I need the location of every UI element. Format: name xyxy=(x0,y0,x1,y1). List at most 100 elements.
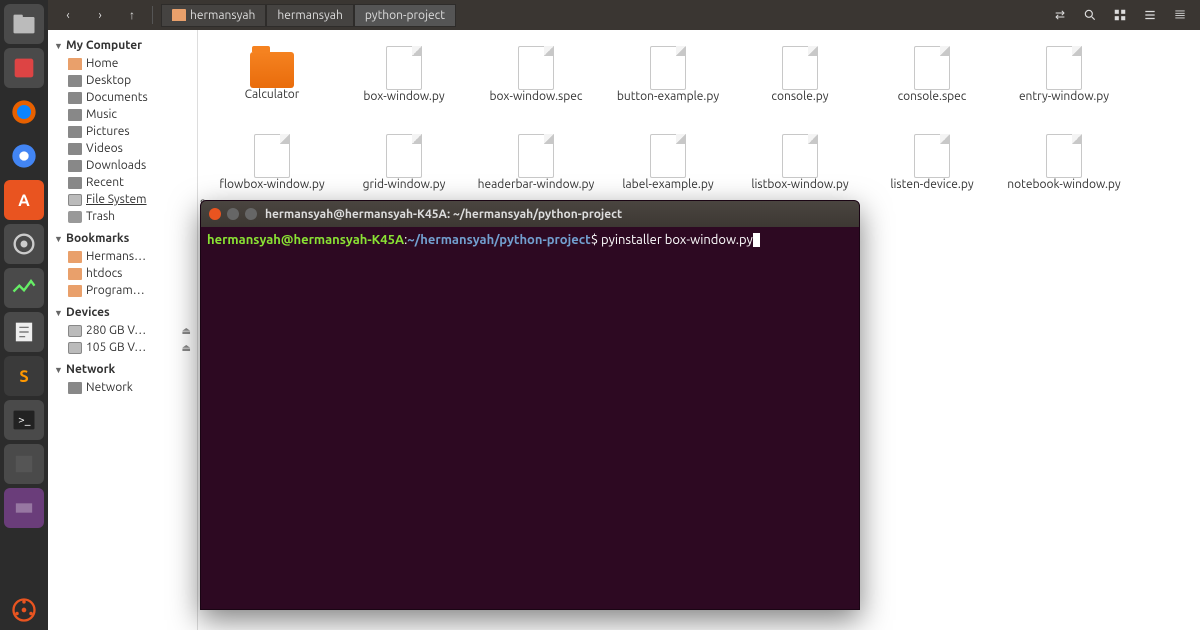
chevron-down-icon: ▼ xyxy=(54,365,64,375)
folder-item[interactable]: Calculator xyxy=(206,42,338,130)
sidebar-item[interactable]: Pictures xyxy=(52,123,193,140)
drive-icon xyxy=(68,342,82,354)
file-item[interactable]: console.py xyxy=(734,42,866,130)
file-label: headerbar-window.py xyxy=(478,178,595,192)
file-label: listen-device.py xyxy=(890,178,973,192)
sidebar-item[interactable]: Videos xyxy=(52,140,193,157)
sidebar: ▼My Computer Home Desktop Documents Music Pic… xyxy=(48,30,198,630)
eject-icon[interactable]: ⏏ xyxy=(182,325,191,337)
sidebar-item-label: 280 GB V… xyxy=(86,324,146,337)
orange-icon xyxy=(68,268,82,280)
nav-back-button[interactable]: ‹ xyxy=(56,3,80,27)
terminal-titlebar[interactable]: hermansyah@hermansyah-K45A: ~/hermansyah… xyxy=(201,201,859,227)
sidebar-item-label: Recent xyxy=(86,176,124,189)
terminal-body[interactable]: hermansyah@hermansyah-K45A:~/hermansyah/… xyxy=(201,227,859,253)
toggle-location-icon[interactable]: ⇄ xyxy=(1048,3,1072,27)
file-label: flowbox-window.py xyxy=(219,178,324,192)
sidebar-item[interactable]: Recent xyxy=(52,174,193,191)
document-icon xyxy=(914,46,950,90)
sidebar-item[interactable]: File System xyxy=(52,191,193,208)
sidebar-section-header[interactable]: ▼My Computer xyxy=(52,36,193,55)
sidebar-item[interactable]: 105 GB V… ⏏ xyxy=(52,339,193,356)
sidebar-item[interactable]: Trash xyxy=(52,208,193,225)
file-item[interactable]: entry-window.py xyxy=(998,42,1130,130)
sidebar-item-label: Network xyxy=(86,381,133,394)
launcher-dash-icon[interactable] xyxy=(4,590,44,630)
prompt-user: hermansyah@hermansyah-K45A xyxy=(207,233,404,247)
launcher-terminal-icon[interactable]: >_ xyxy=(4,400,44,440)
terminal-command: pyinstaller box-window.py xyxy=(601,233,753,247)
toolbar-right: ⇄ xyxy=(1048,3,1192,27)
file-item[interactable]: button-example.py xyxy=(602,42,734,130)
file-label: box-window.spec xyxy=(490,90,583,104)
view-compact-icon[interactable] xyxy=(1168,3,1192,27)
sidebar-item[interactable]: Hermans… xyxy=(52,248,193,265)
nav-up-button[interactable]: ↑ xyxy=(120,3,144,27)
sidebar-item[interactable]: htdocs xyxy=(52,265,193,282)
eject-icon[interactable]: ⏏ xyxy=(182,342,191,354)
sidebar-item[interactable]: Desktop xyxy=(52,72,193,89)
sidebar-item-label: 105 GB V… xyxy=(86,341,146,354)
sidebar-section-header[interactable]: ▼Bookmarks xyxy=(52,229,193,248)
sidebar-item[interactable]: Program… xyxy=(52,282,193,299)
view-icons-icon[interactable] xyxy=(1108,3,1132,27)
sidebar-item[interactable]: Downloads xyxy=(52,157,193,174)
breadcrumb-item[interactable]: hermansyah xyxy=(161,4,266,27)
file-label: label-example.py xyxy=(622,178,713,192)
nav-forward-button[interactable]: › xyxy=(88,3,112,27)
sidebar-item-label: Hermans… xyxy=(86,250,146,263)
sidebar-item[interactable]: Documents xyxy=(52,89,193,106)
document-icon xyxy=(386,46,422,90)
file-item[interactable]: listen-device.py xyxy=(866,130,998,218)
document-icon xyxy=(386,134,422,178)
minimize-button[interactable] xyxy=(227,208,239,220)
launcher-software-icon[interactable]: A xyxy=(4,180,44,220)
folder-icon xyxy=(68,143,82,155)
file-item[interactable]: box-window.spec xyxy=(470,42,602,130)
sidebar-item-label: Downloads xyxy=(86,159,146,172)
folder-icon xyxy=(68,160,82,172)
file-item[interactable]: console.spec xyxy=(866,42,998,130)
sidebar-section-header[interactable]: ▼Devices xyxy=(52,303,193,322)
launcher-monitor-icon[interactable] xyxy=(4,268,44,308)
maximize-button[interactable] xyxy=(245,208,257,220)
document-icon xyxy=(650,46,686,90)
launcher-item-icon[interactable] xyxy=(4,48,44,88)
breadcrumb-item[interactable]: python-project xyxy=(354,4,456,27)
sidebar-item-label: Videos xyxy=(86,142,123,155)
sidebar-item-label: File System xyxy=(86,193,147,206)
sidebar-item-label: Documents xyxy=(86,91,148,104)
sidebar-item-label: Pictures xyxy=(86,125,130,138)
sidebar-item-label: Home xyxy=(86,57,118,70)
launcher-sublime-icon[interactable]: S xyxy=(4,356,44,396)
document-icon xyxy=(782,134,818,178)
launcher-settings-icon[interactable] xyxy=(4,224,44,264)
terminal-window[interactable]: hermansyah@hermansyah-K45A: ~/hermansyah… xyxy=(200,200,860,610)
sidebar-item[interactable]: Music xyxy=(52,106,193,123)
file-label: console.spec xyxy=(898,90,967,104)
terminal-cursor xyxy=(753,233,760,247)
folder-icon xyxy=(68,177,82,189)
breadcrumb-item[interactable]: hermansyah xyxy=(266,4,353,27)
launcher-item-purple-icon[interactable] xyxy=(4,488,44,528)
view-list-icon[interactable] xyxy=(1138,3,1162,27)
launcher-editor-icon[interactable] xyxy=(4,312,44,352)
file-label: notebook-window.py xyxy=(1007,178,1120,192)
launcher-files-icon[interactable] xyxy=(4,4,44,44)
file-item[interactable]: box-window.py xyxy=(338,42,470,130)
launcher-firefox-icon[interactable] xyxy=(4,92,44,132)
sidebar-item[interactable]: Home xyxy=(52,55,193,72)
sidebar-section-title: Devices xyxy=(66,306,110,319)
launcher-chrome-icon[interactable] xyxy=(4,136,44,176)
file-grid: Calculatorbox-window.py box-window.spec bu… xyxy=(206,42,1192,218)
sidebar-section-title: Bookmarks xyxy=(66,232,129,245)
folder-icon xyxy=(68,109,82,121)
sidebar-section-header[interactable]: ▼Network xyxy=(52,360,193,379)
close-button[interactable] xyxy=(209,208,221,220)
sidebar-item[interactable]: Network xyxy=(52,379,193,396)
search-icon[interactable] xyxy=(1078,3,1102,27)
file-item[interactable]: notebook-window.py xyxy=(998,130,1130,218)
sidebar-item[interactable]: 280 GB V… ⏏ xyxy=(52,322,193,339)
folder-icon xyxy=(68,92,82,104)
launcher-item-generic-icon[interactable] xyxy=(4,444,44,484)
